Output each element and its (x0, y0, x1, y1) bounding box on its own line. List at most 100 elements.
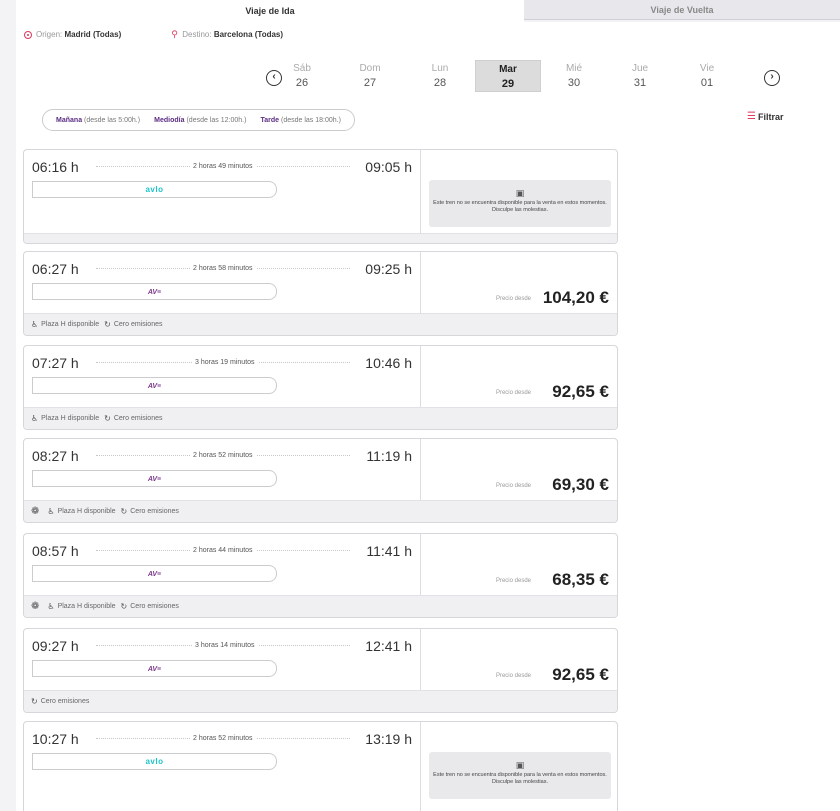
tab-return[interactable]: Viaje de Vuelta (524, 0, 840, 20)
price-panel[interactable]: Precio desde 68,35 € (420, 534, 617, 596)
schedule-panel: 06:27 h 2 horas 58 minutos 09:25 h AV≡ (24, 252, 420, 314)
card-footer: ↻ Cero emisiones (24, 690, 617, 712)
date-weekday: Mié (565, 63, 583, 74)
arrival-time: 13:19 h (365, 731, 412, 747)
leaf-icon: ↻ (120, 507, 128, 516)
card-footer: ❁ ♿ Plaza H disponible ↻ Cero emisiones (24, 500, 617, 522)
price-panel[interactable]: Precio desde 104,20 € (420, 252, 617, 314)
date-option[interactable]: Lun 28 (407, 60, 473, 92)
train-card[interactable]: 10:27 h 2 horas 52 minutos 13:19 h avlo … (23, 721, 618, 811)
price-panel[interactable]: Precio desde 69,30 € (420, 439, 617, 501)
filter-button[interactable]: ☰ Filtrar (747, 111, 783, 122)
departure-time: 09:27 h (32, 638, 79, 654)
pet-icon: ❁ (31, 601, 40, 612)
arrival-time: 12:41 h (365, 638, 412, 654)
date-weekday: Jue (631, 63, 649, 74)
filter-evening[interactable]: Tarde (desde las 18:00h.) (260, 117, 340, 124)
date-number: 30 (567, 77, 581, 89)
date-number: 31 (633, 77, 647, 89)
date-weekday: Mar (499, 64, 517, 75)
brand-bar: AV≡ (32, 660, 277, 677)
price-value: 69,30 € (552, 475, 609, 494)
page: Viaje de Ida Viaje de Vuelta Origen: Mad… (0, 0, 840, 811)
arrival-time: 09:05 h (365, 159, 412, 175)
date-option[interactable]: Dom 27 (337, 60, 403, 92)
arrival-time: 09:25 h (365, 261, 412, 277)
train-card[interactable]: 06:16 h 2 horas 49 minutos 09:05 h avlo … (23, 149, 618, 244)
date-option[interactable]: Sáb 26 (269, 60, 335, 92)
train-card[interactable]: 07:27 h 3 horas 19 minutos 10:46 h AV≡ P… (23, 345, 618, 430)
time-of-day-filter: Mañana (desde las 5:00h.) Mediodía (desd… (42, 109, 355, 131)
next-day-button[interactable]: › (764, 70, 780, 86)
train-card[interactable]: 08:57 h 2 horas 44 minutos 11:41 h AV≡ P… (23, 533, 618, 618)
leaf-icon: ↻ (31, 697, 38, 706)
main-content: Origen: Madrid (Todas) ⚲ Destino: Barcel… (16, 22, 840, 811)
accessibility-icon: ♿ (47, 602, 55, 611)
departure-time: 08:27 h (32, 448, 79, 464)
price-from-label: Precio desde (495, 673, 531, 679)
card-footer: ❁ ♿ Plaza H disponible ↻ Cero emisiones (24, 595, 617, 617)
brand-logo: AV≡ (147, 383, 162, 390)
date-number: 29 (501, 78, 515, 90)
duration: 2 horas 58 minutos (190, 265, 256, 272)
origin-suffix: (Todas) (92, 30, 122, 39)
duration: 2 horas 49 minutos (190, 163, 256, 170)
train-card[interactable]: 09:27 h 3 horas 14 minutos 12:41 h AV≡ P… (23, 628, 618, 713)
train-card[interactable]: 08:27 h 2 horas 52 minutos 11:19 h AV≡ P… (23, 438, 618, 523)
destination-pin-icon: ⚲ (171, 29, 178, 39)
arrival-time: 11:19 h (366, 448, 412, 464)
accessibility-icon: ♿ (31, 320, 39, 329)
date-option[interactable]: Vie 01 (674, 60, 740, 92)
tab-outbound[interactable]: Viaje de Ida (16, 0, 524, 22)
card-footer: ♿ Plaza H disponible ↻ Cero emisiones (24, 313, 617, 335)
brand-logo: AV≡ (147, 666, 162, 673)
departure-time: 08:57 h (32, 543, 79, 559)
filter-midday[interactable]: Mediodía (desde las 12:00h.) (154, 117, 246, 124)
accessibility-icon: ♿ (31, 414, 39, 423)
date-option[interactable]: Mar 29 (475, 60, 541, 92)
date-weekday: Vie (699, 63, 715, 74)
zero-emission-label: Cero emisiones (40, 698, 90, 705)
unavailable-notice: ▣ Este tren no se encuentra disponible p… (429, 752, 611, 799)
sliders-icon: ☰ (747, 111, 756, 122)
brand-bar: AV≡ (32, 565, 277, 582)
plaza-h-feature: ♿ Plaza H disponible (47, 602, 115, 611)
departure-time: 06:16 h (32, 159, 79, 175)
destination-suffix: (Todas) (254, 30, 284, 39)
price-value: 92,65 € (552, 665, 609, 684)
unavailable-notice: ▣ Este tren no se encuentra disponible p… (429, 180, 611, 227)
date-option[interactable]: Jue 31 (607, 60, 673, 92)
destination-label: Destino: (182, 30, 212, 39)
duration: 3 horas 14 minutos (192, 642, 258, 649)
zero-emission-label: Cero emisiones (113, 321, 163, 328)
duration: 2 horas 52 minutos (190, 735, 256, 742)
unavailable-text: Este tren no se encuentra disponible par… (433, 200, 607, 213)
zero-emission-feature: ↻ Cero emisiones (104, 320, 162, 329)
brand-bar: AV≡ (32, 283, 277, 300)
schedule-panel: 06:16 h 2 horas 49 minutos 09:05 h avlo (24, 150, 420, 212)
plaza-h-label: Plaza H disponible (57, 508, 116, 515)
zero-emission-label: Cero emisiones (130, 508, 179, 515)
train-card[interactable]: 06:27 h 2 horas 58 minutos 09:25 h AV≡ P… (23, 251, 618, 336)
departure-time: 07:27 h (32, 355, 79, 371)
date-option[interactable]: Mié 30 (541, 60, 607, 92)
unavailable-panel: ▣ Este tren no se encuentra disponible p… (420, 150, 617, 243)
price-panel[interactable]: Precio desde 92,65 € (420, 346, 617, 408)
price-panel[interactable]: Precio desde 92,65 € (420, 629, 617, 691)
pet-icon: ❁ (31, 506, 40, 517)
brand-bar: avlo (32, 181, 277, 198)
date-number: 27 (363, 77, 377, 89)
brand-logo: avlo (145, 185, 164, 194)
brand-logo: AV≡ (147, 476, 162, 483)
date-weekday: Dom (359, 63, 381, 74)
zero-emission-label: Cero emisiones (113, 415, 163, 422)
zero-emission-feature: ↻ Cero emisiones (121, 507, 179, 516)
price-from-label: Precio desde (495, 483, 531, 489)
price-value: 104,20 € (542, 288, 609, 307)
zero-emission-label: Cero emisiones (130, 603, 179, 610)
plaza-h-feature: ♿ Plaza H disponible (31, 320, 99, 329)
filter-morning[interactable]: Mañana (desde las 5:00h.) (56, 117, 140, 124)
price-value: 92,65 € (552, 382, 609, 401)
origin: Origen: Madrid (Todas) (24, 30, 121, 39)
date-number: 26 (295, 77, 309, 89)
